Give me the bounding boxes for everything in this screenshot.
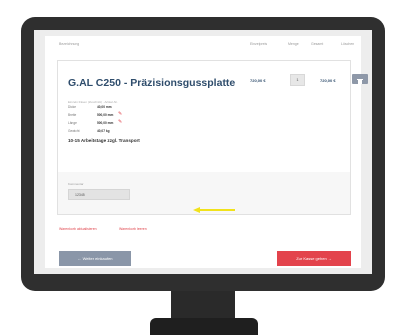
delete-item-button[interactable] (352, 74, 368, 84)
cart-page: Bezeichnung Einzelpreis Menge Gesamt Lös… (45, 36, 368, 268)
spec-value-weight: 40,07 kg (97, 129, 110, 133)
trash-icon (357, 79, 363, 84)
clear-cart-link[interactable]: Warenkorb leeren (119, 227, 147, 231)
item-title: G.AL C250 - Präzisionsgussplatte (68, 77, 236, 89)
update-cart-link[interactable]: Warenkorb aktualisieren (59, 227, 97, 231)
cart-item-card: G.AL C250 - Präzisionsgussplatte Einzeln… (57, 60, 368, 174)
edit-length-icon[interactable]: ✎ (118, 120, 122, 125)
checkout-button[interactable]: Zur Kasse gehen → (277, 251, 351, 266)
monitor-stand-base (150, 318, 258, 335)
col-header-quantity: Menge (288, 42, 299, 46)
spec-label-thickness: Dicke (68, 105, 76, 109)
comment-input[interactable]: 12345 (68, 189, 130, 200)
item-subtitle: Einzeln fräsen (Zuschnitt) · Artikel-Nr. (68, 100, 118, 104)
spec-value-thickness: 40,00 mm (97, 105, 112, 109)
continue-shopping-button[interactable]: ← Weiter einkaufen (59, 251, 131, 266)
spec-label-length: Länge (68, 121, 77, 125)
col-header-unit-price: Einzelpreis (250, 42, 268, 46)
edit-width-icon[interactable]: ✎ (118, 112, 122, 117)
col-header-name: Bezeichnung (59, 42, 80, 46)
spec-label-width: Breite (68, 113, 77, 117)
monitor-frame: Bezeichnung Einzelpreis Menge Gesamt Lös… (21, 17, 385, 291)
col-header-total: Gesamt (311, 42, 324, 46)
quantity-input[interactable]: 1 (290, 74, 305, 86)
screen: Bezeichnung Einzelpreis Menge Gesamt Lös… (34, 30, 372, 274)
spec-value-length: 500,00 mm (97, 121, 114, 125)
spec-value-width: 500,00 mm (97, 113, 114, 117)
highlight-arrow-icon (193, 207, 235, 213)
spec-label-weight: Gewicht (68, 129, 80, 133)
delivery-time: 10-15 Arbeitstage zzgl. Transport (68, 138, 140, 143)
unit-price: 720,00 € (250, 78, 266, 83)
line-total: 720,00 € (320, 78, 336, 83)
comment-label: Kommentar (68, 182, 84, 186)
col-header-delete: Löschen (341, 42, 355, 46)
